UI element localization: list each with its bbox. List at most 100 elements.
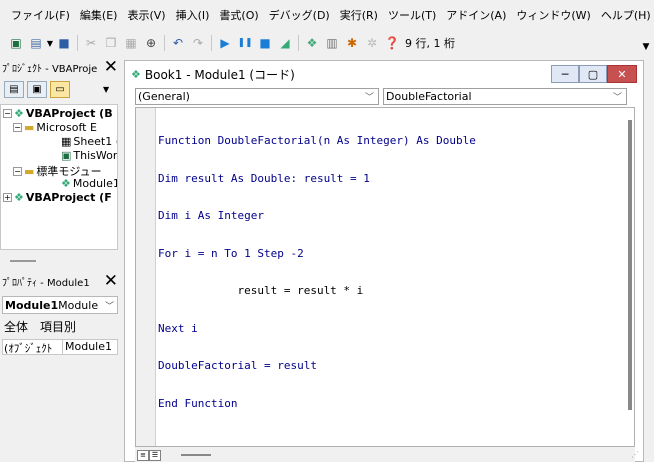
design-mode-icon[interactable]: ◢ [275, 33, 295, 53]
menu-debug[interactable]: デバッグ(D) [264, 7, 335, 23]
paste-icon[interactable]: ▦ [121, 33, 141, 53]
toolbox-icon[interactable]: ✲ [362, 33, 382, 53]
tree-sheet1[interactable]: ▦ Sheet1 ( [61, 135, 117, 148]
menu-view[interactable]: 表示(V) [122, 7, 170, 23]
code-line[interactable]: Function DoubleFactorial(n As Integer) A… [158, 134, 476, 148]
properties-header: ﾌﾟﾛﾊﾟﾃｨ - Module1 ✕ [0, 270, 122, 292]
code-line[interactable]: Dim i As Integer [158, 209, 476, 223]
menu-edit[interactable]: 編集(E) [75, 7, 123, 23]
toolbar-separator [164, 35, 165, 51]
scrollbar-thumb[interactable] [628, 120, 632, 410]
menu-window[interactable]: ウィンドウ(W) [511, 7, 595, 23]
view-code-icon[interactable]: ▤ [4, 80, 24, 98]
menu-format[interactable]: 書式(O) [214, 7, 263, 23]
workbook-icon: ▣ [61, 149, 72, 162]
code-combos: (General) ﹀ DoubleFactorial ﹀ [125, 87, 643, 105]
insert-userform-icon[interactable]: ▤ [26, 33, 46, 53]
code-line[interactable]: End Function [158, 397, 476, 411]
project-explorer-title: ﾌﾟﾛｼﾞｪｸﾄ - VBAProje [2, 63, 98, 75]
tree-module1[interactable]: ❖ Module1 [61, 177, 117, 190]
close-icon[interactable]: ✕ [607, 65, 637, 83]
scroll-down-icon[interactable]: ▼ [103, 85, 109, 94]
procedure-dropdown[interactable]: DoubleFactorial ﹀ [383, 87, 627, 105]
vba-project-icon: ❖ [14, 107, 24, 120]
redo-icon[interactable]: ↷ [188, 33, 208, 53]
code-editor[interactable]: Function DoubleFactorial(n As Integer) A… [135, 107, 635, 447]
object-browser-icon[interactable]: ✱ [342, 33, 362, 53]
resize-grip-icon[interactable]: ⋰ [631, 450, 639, 459]
find-icon[interactable]: ⊕ [141, 33, 161, 53]
folder-icon: ▬ [24, 121, 35, 134]
toggle-folders-icon[interactable]: ▭ [50, 80, 70, 98]
module-icon: ❖ [61, 177, 71, 190]
tree-microsoft-excel-objects[interactable]: − ▬ Microsoft E [13, 121, 97, 134]
menu-run[interactable]: 実行(R) [335, 7, 383, 23]
menu-insert[interactable]: 挿入(I) [171, 7, 215, 23]
collapse-icon[interactable]: − [3, 109, 12, 118]
project-explorer-buttons: ▤ ▣ ▭ ▼ [0, 78, 122, 100]
code-window-title: Book1 - Module1 (コード) [144, 67, 295, 82]
run-icon[interactable]: ▶ [215, 33, 235, 53]
save-icon[interactable]: ■ [54, 33, 74, 53]
toolbar-overflow-icon[interactable]: ▼ [642, 36, 650, 52]
object-selector[interactable]: Module1 Module ﹀ [2, 296, 118, 314]
tree-thisworkbook[interactable]: ▣ ThisWork [61, 149, 117, 162]
menu-file[interactable]: ファイル(F) [6, 7, 75, 23]
full-module-view-icon[interactable]: ☰ [149, 449, 161, 461]
undo-icon[interactable]: ↶ [168, 33, 188, 53]
expand-icon[interactable]: + [3, 193, 12, 202]
pause-icon[interactable]: ❚❚ [235, 33, 255, 53]
tab-categorized[interactable]: 項目別 [40, 318, 76, 335]
code-text[interactable]: Function DoubleFactorial(n As Integer) A… [158, 110, 476, 435]
tree-vbaproject-other[interactable]: + ❖ VBAProject (F [3, 191, 112, 204]
properties-window: ﾌﾟﾛﾊﾟﾃｨ - Module1 ✕ Module1 Module ﹀ 全体 … [0, 270, 122, 462]
dropdown-arrow-icon[interactable]: ▼ [46, 33, 54, 53]
code-line[interactable]: Dim result As Double: result = 1 [158, 172, 476, 186]
tree-vbaproject-book1[interactable]: − ❖ VBAProject (B [3, 107, 113, 120]
code-footer: ≡ ☰ [135, 447, 635, 462]
vba-project-icon: ❖ [14, 191, 24, 204]
code-margin[interactable] [136, 108, 156, 446]
chevron-down-icon: ﹀ [104, 302, 114, 312]
panel-splitter[interactable] [10, 260, 36, 262]
property-row[interactable]: (ｵﾌﾞｼﾞｪｸﾄ Module1 [2, 339, 118, 355]
view-object-icon[interactable]: ▣ [27, 80, 47, 98]
stop-icon[interactable]: ■ [255, 33, 275, 53]
help-icon[interactable]: ❓ [382, 33, 402, 53]
menu-tools[interactable]: ツール(T) [383, 7, 441, 23]
toolbar-separator [298, 35, 299, 51]
sheet-icon: ▦ [61, 135, 72, 148]
vba-editor: ファイル(F) 編集(E) 表示(V) 挿入(I) 書式(O) デバッグ(D) … [0, 0, 654, 462]
toolbar-separator [211, 35, 212, 51]
code-line[interactable]: For i = n To 1 Step -2 [158, 247, 476, 261]
collapse-icon[interactable]: − [13, 166, 22, 176]
chevron-down-icon: ﹀ [612, 92, 622, 103]
minimize-icon[interactable]: ─ [551, 65, 579, 83]
code-line[interactable]: result = result * i [158, 284, 476, 298]
tab-alphabetic[interactable]: 全体 [4, 318, 28, 335]
object-dropdown[interactable]: (General) ﹀ [135, 87, 379, 105]
module-icon: ❖ [131, 67, 141, 81]
property-value[interactable]: Module1 [63, 340, 112, 354]
code-line[interactable]: Next i [158, 322, 476, 336]
procedure-view-icon[interactable]: ≡ [137, 449, 149, 461]
excel-view-icon[interactable]: ▣ [6, 33, 26, 53]
toolbar: ▣ ▤ ▼ ■ ✂ ❐ ▦ ⊕ ↶ ↷ ▶ ❚❚ ■ ◢ ❖ ▥ ✱ ✲ ❓ 9… [0, 30, 654, 56]
close-icon[interactable]: ✕ [104, 58, 118, 76]
maximize-icon[interactable]: ▢ [579, 65, 607, 83]
vertical-scrollbar[interactable] [620, 108, 634, 446]
cut-icon[interactable]: ✂ [81, 33, 101, 53]
project-tree: − ❖ VBAProject (B − ▬ Microsoft E ▦ Shee… [0, 104, 118, 250]
code-window: ❖ Book1 - Module1 (コード) ─ ▢ ✕ (General) … [124, 60, 644, 462]
menu-help[interactable]: ヘルプ(H) [596, 7, 654, 23]
horizontal-scrollbar-thumb[interactable] [181, 454, 211, 456]
close-icon[interactable]: ✕ [104, 272, 118, 290]
properties-tabs: 全体 項目別 [0, 314, 122, 335]
code-line[interactable]: DoubleFactorial = result [158, 359, 476, 373]
menu-addins[interactable]: アドイン(A) [441, 7, 511, 23]
folder-icon: ▬ [24, 164, 35, 178]
properties-icon[interactable]: ▥ [322, 33, 342, 53]
project-explorer-icon[interactable]: ❖ [302, 33, 322, 53]
copy-icon[interactable]: ❐ [101, 33, 121, 53]
collapse-icon[interactable]: − [13, 123, 22, 132]
